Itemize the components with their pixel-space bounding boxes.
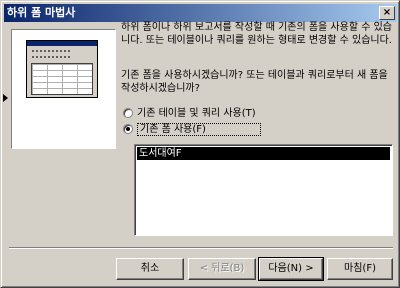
cancel-button[interactable]: 취소	[116, 258, 184, 280]
title-bar: 하위 폼 마법사 ×	[4, 4, 397, 22]
radio-option-existing-form[interactable]: 기존 폼 사용(F)	[123, 123, 261, 137]
radio-button[interactable]	[123, 108, 133, 118]
intro-text: 하위 폼이나 하위 보고서를 작성할 때 기존의 폼을 사용할 수 있습니다. …	[121, 22, 392, 46]
form-list[interactable]: 도서대여F	[134, 144, 393, 236]
radio-option-tables-queries[interactable]: 기존 테이블 및 쿼리 사용(T)	[123, 107, 256, 121]
pointer-arrow-icon	[3, 94, 8, 102]
question-text: 기존 폼을 사용하시겠습니까? 또는 테이블과 쿼리로부터 새 폼을 작성하시겠…	[121, 70, 388, 94]
form-preview-image	[11, 29, 116, 149]
back-button[interactable]: < 뒤로(B)	[188, 258, 256, 280]
radio-button-selected[interactable]	[123, 124, 133, 134]
window-title: 하위 폼 마법사	[7, 6, 76, 19]
thumbnail-field-line	[32, 50, 72, 52]
next-button[interactable]: 다음(N) >	[258, 257, 324, 281]
divider	[9, 247, 393, 249]
finish-button[interactable]: 마침(F)	[327, 258, 393, 280]
radio-label[interactable]: 기존 테이블 및 쿼리 사용(T)	[137, 108, 256, 119]
radio-label[interactable]: 기존 폼 사용(F)	[137, 123, 261, 136]
subform-wizard-window: 하위 폼 마법사 × 하위 폼이나 하위 보고서를 작성할 때 기존의 폼을 사…	[0, 0, 400, 288]
close-icon[interactable]: ×	[379, 6, 395, 20]
list-item[interactable]: 도서대여F	[137, 147, 390, 160]
thumbnail-field-line	[32, 56, 72, 58]
thumbnail-titlebar	[27, 41, 97, 46]
subform-thumbnail	[26, 40, 98, 98]
thumbnail-datasheet-grid	[31, 63, 93, 95]
